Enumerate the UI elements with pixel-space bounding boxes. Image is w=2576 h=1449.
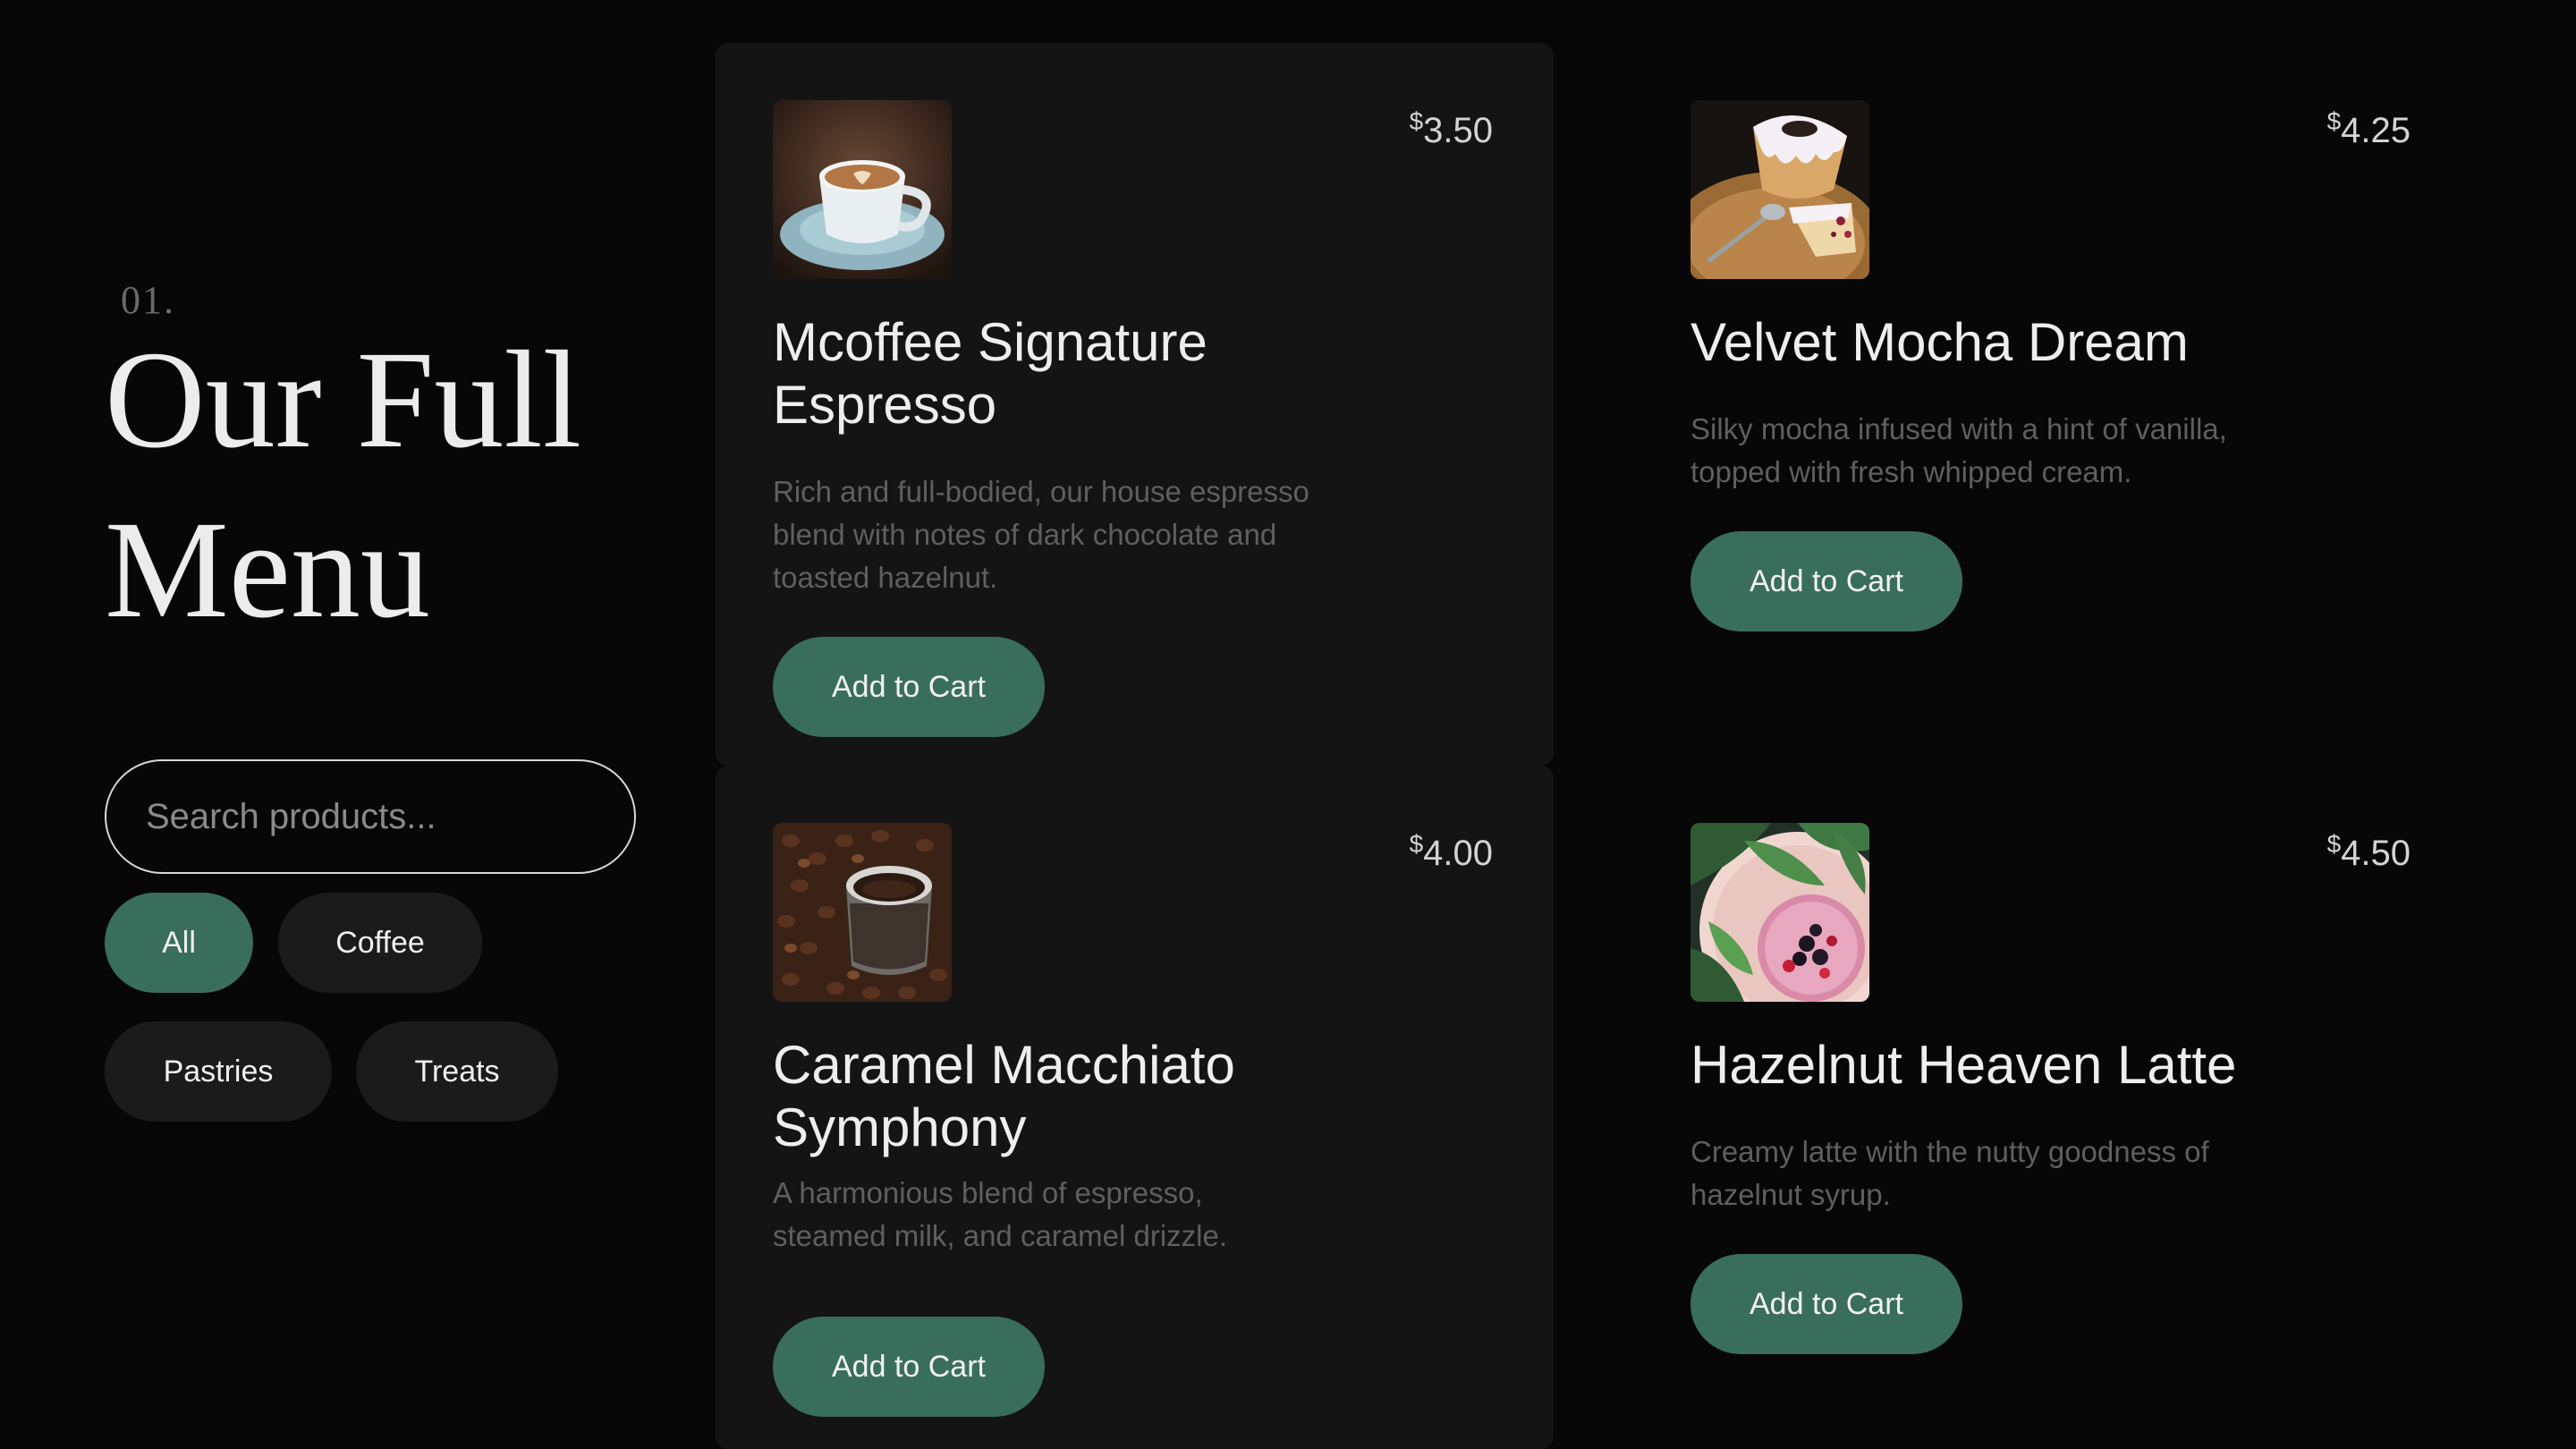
product-name: Hazelnut Heaven Latte [1690, 1035, 2237, 1095]
add-to-cart-button[interactable]: Add to Cart [773, 1317, 1045, 1417]
product-card: $4.00 Caramel Macchiato Symphony A harmo… [716, 766, 1554, 1449]
product-description: A harmonious blend of espresso, steamed … [773, 1176, 1228, 1252]
product-description: Rich and full-bodied, our house espresso… [773, 475, 1309, 594]
espresso-cup-image [773, 100, 952, 279]
currency-symbol: $ [2326, 830, 2342, 858]
filter-chip-coffee[interactable]: Coffee [278, 893, 482, 993]
product-description: Silky mocha infused with a hint of vanil… [1690, 412, 2227, 488]
menu-page: 01. Our Full Menu All Coffee Pastries Tr… [0, 0, 2576, 1449]
filter-chip-all[interactable]: All [105, 893, 253, 993]
price-value: 4.50 [2341, 834, 2411, 873]
add-to-cart-button[interactable]: Add to Cart [773, 637, 1045, 737]
berry-smoothie-image [1690, 823, 1869, 1002]
currency-symbol: $ [1409, 107, 1424, 135]
price-value: 4.25 [2341, 111, 2411, 150]
bundt-cake-image [1690, 100, 1869, 279]
price-label: $3.50 [1410, 107, 1493, 151]
product-card: $4.50 Hazelnut Heaven Latte Creamy latte… [1633, 766, 2471, 1449]
price-label: $4.25 [2327, 107, 2411, 151]
product-description: Creamy latte with the nutty goodness of … [1690, 1135, 2209, 1211]
product-name: Velvet Mocha Dream [1690, 312, 2189, 372]
search-field[interactable] [105, 759, 636, 874]
price-value: 4.00 [1423, 834, 1493, 873]
product-card: $3.50 Mcoffee Signature Espresso Rich an… [716, 43, 1554, 766]
filter-chip-treats[interactable]: Treats [356, 1021, 558, 1122]
product-name: Caramel Macchiato Symphony [773, 1035, 1235, 1157]
coffee-grounds-image [773, 823, 952, 1002]
currency-symbol: $ [2326, 107, 2342, 135]
product-name: Mcoffee Signature Espresso [773, 312, 1208, 435]
price-value: 3.50 [1423, 111, 1493, 150]
search-input[interactable] [144, 795, 634, 838]
price-label: $4.50 [2327, 830, 2411, 874]
page-title: Our Full Menu [105, 322, 582, 647]
currency-symbol: $ [1409, 830, 1424, 858]
filter-chip-pastries[interactable]: Pastries [105, 1021, 332, 1122]
add-to-cart-button[interactable]: Add to Cart [1690, 1254, 1962, 1354]
add-to-cart-button[interactable]: Add to Cart [1690, 531, 1962, 631]
product-card: $4.25 Velvet Mocha Dream Silky mocha inf… [1633, 43, 2471, 766]
price-label: $4.00 [1410, 830, 1493, 874]
